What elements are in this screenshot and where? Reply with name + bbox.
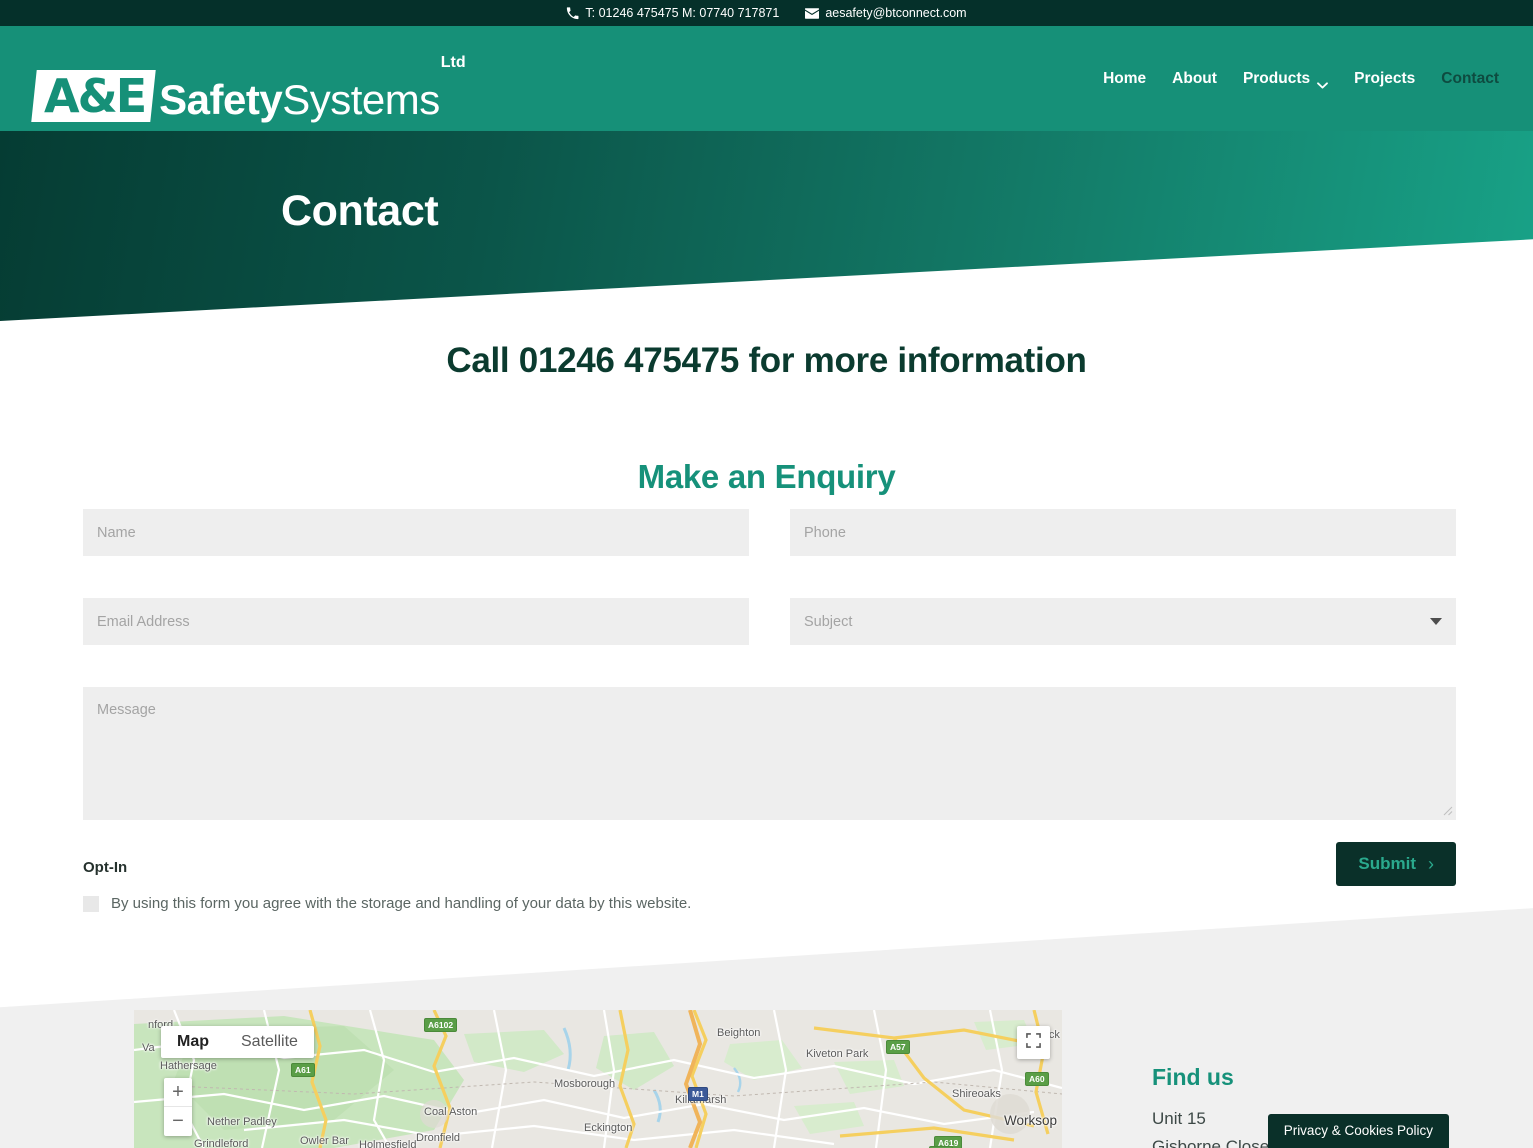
nav-item-projects[interactable]: Projects [1354, 70, 1415, 88]
topbar-email-text: aesafety@btconnect.com [825, 6, 967, 20]
logo-word-ltd: Ltd [440, 54, 466, 71]
message-textarea[interactable] [83, 687, 1456, 820]
form-row-1 [83, 509, 1456, 556]
envelope-icon [805, 7, 820, 19]
nav-label-contact: Contact [1441, 69, 1499, 87]
logo-word-safety: Safety [159, 76, 283, 123]
optin-section: Opt-In By using this form you agree with… [83, 842, 1456, 930]
main-navigation: Home About Products Projects Contact [1103, 26, 1499, 131]
optin-consent-text: By using this form you agree with the st… [111, 895, 692, 912]
hero-banner: Contact [0, 131, 1533, 321]
optin-checkbox-row: By using this form you agree with the st… [83, 895, 691, 912]
nav-item-about[interactable]: About [1172, 70, 1217, 88]
enquiry-form: Opt-In By using this form you agree with… [83, 509, 1456, 930]
logo-wordmark: SafetySystemsLtd [159, 54, 465, 124]
find-us-block: Find us Unit 15 Gisborne Close [1152, 1064, 1269, 1148]
page-title: Contact [281, 187, 439, 235]
logo-word-systems: Systems [282, 76, 440, 123]
fullscreen-icon [1026, 1032, 1041, 1053]
phone-input[interactable] [790, 509, 1456, 556]
form-col-subject [790, 598, 1456, 645]
map-zoom-out-button[interactable]: − [164, 1107, 192, 1136]
nav-label-products: Products [1242, 69, 1311, 87]
top-contact-bar: T: 01246 475475 M: 07740 717871 aesafety… [0, 0, 1533, 26]
topbar-email[interactable]: aesafety@btconnect.com [805, 0, 967, 26]
phone-icon [566, 6, 579, 20]
submit-button[interactable]: Submit › [1336, 842, 1456, 886]
nav-item-products[interactable]: Products [1242, 69, 1329, 89]
topbar-phone-text: T: 01246 475475 M: 07740 717871 [585, 6, 780, 20]
optin-checkbox[interactable] [83, 895, 99, 912]
chevron-down-icon [1317, 76, 1329, 89]
find-us-address-line-1: Unit 15 [1152, 1109, 1206, 1128]
map-fullscreen-button[interactable] [1017, 1026, 1050, 1059]
email-input[interactable] [83, 598, 749, 645]
map-type-control: Map Satellite [161, 1026, 314, 1058]
form-row-2 [83, 598, 1456, 645]
nav-item-home[interactable]: Home [1103, 70, 1146, 88]
logo-mark: A&E [31, 69, 156, 123]
map-zoom-in-button[interactable]: + [164, 1078, 192, 1107]
chevron-right-icon: › [1428, 854, 1434, 874]
map-type-map-button[interactable]: Map [161, 1026, 225, 1058]
nav-item-contact[interactable]: Contact [1441, 70, 1499, 88]
site-header: A&E SafetySystemsLtd Home About Products… [0, 26, 1533, 131]
submit-button-label: Submit [1358, 854, 1416, 873]
find-us-title: Find us [1152, 1064, 1234, 1090]
form-row-message [83, 687, 1456, 820]
nav-label-home: Home [1103, 69, 1147, 87]
form-col-phone [790, 509, 1456, 556]
enquiry-form-title: Make an Enquiry [637, 458, 896, 495]
name-input[interactable] [83, 509, 749, 556]
form-col-name [83, 509, 749, 556]
topbar-phone[interactable]: T: 01246 475475 M: 07740 717871 [566, 0, 779, 26]
subject-select[interactable] [790, 598, 1456, 645]
nav-label-projects: Projects [1354, 69, 1416, 87]
privacy-cookies-policy-tab[interactable]: Privacy & Cookies Policy [1267, 1114, 1449, 1148]
optin-heading: Opt-In [83, 859, 128, 876]
form-col-email [83, 598, 749, 645]
find-us-address-line-2: Gisborne Close [1152, 1137, 1270, 1148]
map-type-satellite-button[interactable]: Satellite [225, 1026, 314, 1058]
site-logo[interactable]: A&E SafetySystemsLtd [31, 54, 466, 124]
contact-page: T: 01246 475475 M: 07740 717871 aesafety… [0, 0, 1533, 1148]
call-heading: Call 01246 475475 for more information [446, 341, 1087, 380]
location-map[interactable]: Map Satellite + − nford Va Hathersage Nethe… [134, 1010, 1062, 1148]
map-zoom-control: + − [164, 1078, 192, 1136]
nav-label-about: About [1172, 69, 1217, 87]
privacy-cookies-policy-label: Privacy & Cookies Policy [1283, 1123, 1433, 1138]
